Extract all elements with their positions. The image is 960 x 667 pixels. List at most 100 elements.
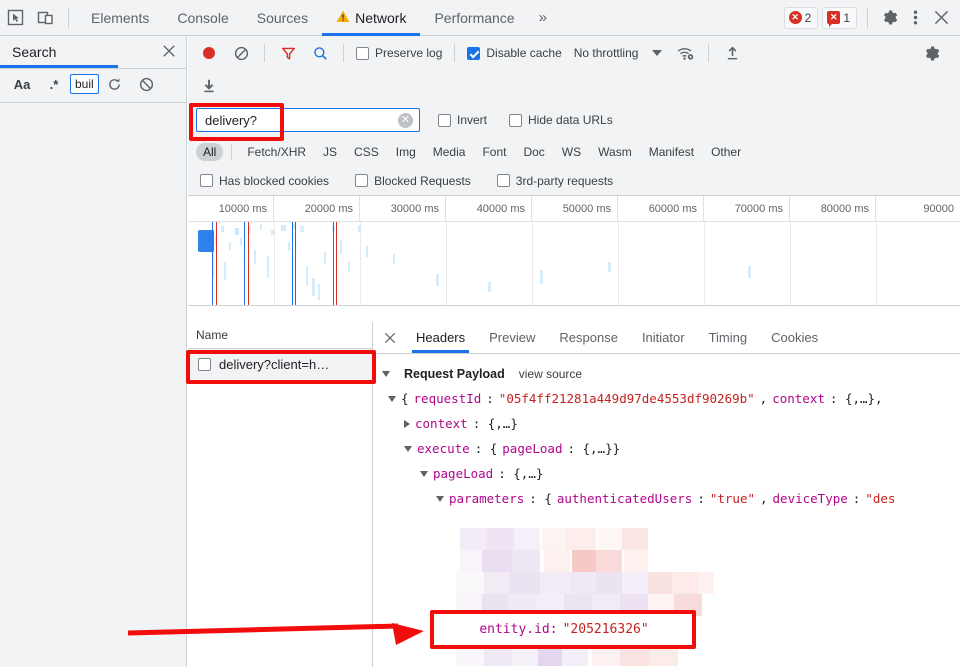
tab-sources[interactable]: Sources [243,0,322,36]
tab-console[interactable]: Console [163,0,242,36]
preserve-log-toggle[interactable]: Preserve log [352,46,446,60]
json-row-root[interactable]: {requestId: "05f4ff21281a449d97de4553df9… [374,386,960,411]
gear-icon[interactable] [876,5,902,31]
type-filter-other[interactable]: Other [704,143,748,161]
tab-timing[interactable]: Timing [697,322,760,353]
clear-input-icon[interactable]: ✕ [398,113,413,128]
overview-tick-7: 70000 ms [704,196,790,222]
match-case-toggle[interactable]: Aa [6,71,38,97]
json-value-authenticatedusers: "true" [709,491,755,506]
chevron-down-icon[interactable] [436,495,444,502]
record-button[interactable] [194,39,224,67]
type-filter-all[interactable]: All [196,143,224,161]
chevron-down-icon[interactable] [388,395,396,402]
clear-button[interactable] [226,39,256,67]
type-filter-css[interactable]: CSS [347,143,386,161]
type-filter-media[interactable]: Media [426,143,473,161]
hide-data-urls-toggle[interactable]: Hide data URLs [505,113,617,127]
more-tabs-button[interactable]: » [529,9,557,26]
search-input[interactable]: buil [70,74,99,94]
chevron-down-icon[interactable] [382,371,390,377]
tab-elements[interactable]: Elements [77,0,163,36]
overview-graph[interactable] [188,222,960,305]
regex-toggle[interactable]: .* [38,71,70,97]
search-input-value: buil [75,77,94,91]
tab-response[interactable]: Response [547,322,630,353]
json-row-parameters[interactable]: parameters: {authenticatedUsers: "true",… [374,486,960,511]
inspect-icon[interactable] [0,3,30,33]
hide-data-urls-label: Hide data URLs [528,113,613,127]
json-row-context[interactable]: context: {,…} [374,411,960,436]
has-blocked-cookies-toggle[interactable]: Has blocked cookies [196,174,333,188]
chevron-down-icon[interactable] [420,470,428,477]
tab-headers[interactable]: Headers [404,322,477,353]
overview-tick-8: 80000 ms [790,196,876,222]
disable-cache-checkbox[interactable] [467,46,481,60]
entity-id-value: "205216326" [562,621,649,637]
overview-selection-handle[interactable] [198,230,214,252]
json-row-execute[interactable]: execute: {pageLoad: {,…}} [374,436,960,461]
tab-preview[interactable]: Preview [477,322,547,353]
close-icon[interactable] [162,44,176,61]
chevron-down-icon[interactable] [652,50,663,56]
third-party-requests-toggle[interactable]: 3rd-party requests [493,174,617,188]
type-filter-wasm[interactable]: Wasm [591,143,639,161]
import-har-icon[interactable] [194,72,224,100]
invert-checkbox[interactable] [438,113,451,127]
tab-console-label: Console [177,9,229,26]
message-error-icon: ✕ [827,11,841,27]
preserve-log-checkbox[interactable] [356,46,369,60]
table-row[interactable]: delivery?client=h… [188,349,372,379]
type-filter-font[interactable]: Font [475,143,513,161]
warning-count-badge[interactable]: ✕ 1 [822,6,857,29]
search-drawer-title: Search [12,44,57,60]
request-payload-section-header[interactable]: Request Payload view source [374,362,960,386]
json-value-context-inline: : {,…}, [829,391,883,406]
type-filter-ws[interactable]: WS [555,143,588,161]
search-icon[interactable] [305,39,335,67]
type-filter-manifest[interactable]: Manifest [642,143,701,161]
gear-icon[interactable] [916,39,946,67]
search-toolbar: Aa .* buil [0,68,186,100]
json-colon-2: : [697,491,705,506]
tab-initiator[interactable]: Initiator [630,322,697,353]
filter-button[interactable] [273,39,303,67]
close-icon[interactable] [374,322,404,353]
has-blocked-cookies-checkbox[interactable] [200,174,213,187]
chevron-down-icon[interactable] [404,445,412,452]
blocked-requests-checkbox[interactable] [355,174,369,187]
refresh-icon[interactable] [99,71,131,97]
json-row-pageload[interactable]: pageLoad: {,…} [374,461,960,486]
clear-icon[interactable] [131,71,163,97]
error-count-badge[interactable]: ✕ 2 [783,6,819,29]
throttling-control[interactable]: No throttling [568,46,663,60]
json-key-pageload-inline: pageLoad [502,441,563,456]
type-filter-doc[interactable]: Doc [516,143,551,161]
blocked-requests-toggle[interactable]: Blocked Requests [351,174,475,188]
network-conditions-icon[interactable] [670,39,700,67]
view-source-link[interactable]: view source [519,367,582,381]
hide-data-urls-checkbox[interactable] [509,113,523,127]
disable-cache-toggle[interactable]: Disable cache [463,46,565,60]
json-key-parameters: parameters [449,491,525,506]
tab-performance[interactable]: Performance [420,0,528,36]
toolbar-divider-2 [343,44,344,62]
type-filter-fetchxhr[interactable]: Fetch/XHR [240,143,313,161]
chevron-right-icon[interactable] [404,419,410,428]
tab-network[interactable]: Network [322,0,421,36]
regex-label: .* [49,76,59,92]
device-toggle-icon[interactable] [30,3,60,33]
network-overview[interactable]: 10000 ms 20000 ms 30000 ms 40000 ms 5000… [188,196,960,306]
export-har-icon[interactable] [717,39,747,67]
type-filter-js[interactable]: JS [316,143,344,161]
kebab-menu-icon[interactable] [902,5,928,31]
close-icon[interactable] [928,5,954,31]
third-party-requests-checkbox[interactable] [496,174,510,187]
request-list-header[interactable]: Name [188,322,372,349]
panel-tabs: Elements Console Sources Network Perform… [77,0,529,36]
tab-cookies[interactable]: Cookies [759,322,830,353]
invert-toggle[interactable]: Invert [434,113,491,127]
filter-input[interactable]: delivery? ✕ [196,108,420,132]
type-filter-img[interactable]: Img [389,143,423,161]
invert-label: Invert [457,113,488,127]
